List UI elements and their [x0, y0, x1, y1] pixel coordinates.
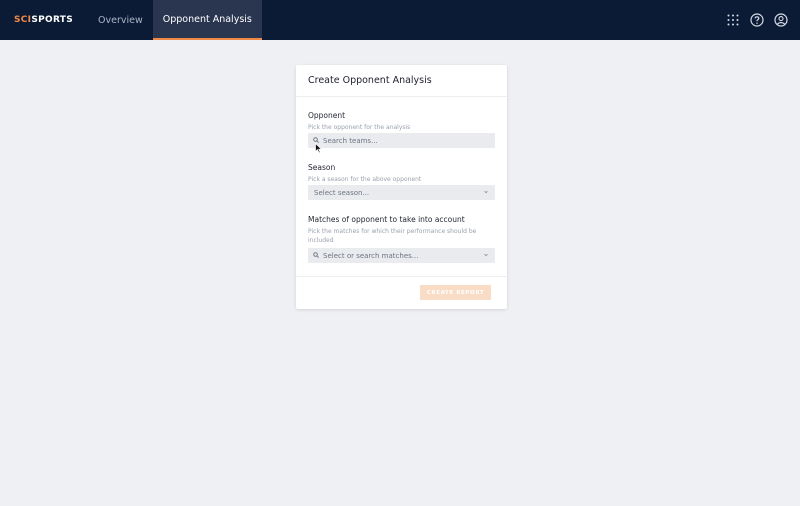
create-opponent-analysis-card: Create Opponent Analysis Opponent Pick t…: [296, 65, 507, 309]
search-icon: [313, 251, 319, 260]
scisports-logo[interactable]: SCI SPORTS: [0, 0, 88, 40]
mouse-cursor-icon: [315, 139, 323, 158]
opponent-placeholder: Search teams...: [323, 136, 378, 145]
matches-select[interactable]: Select or search matches...: [308, 248, 495, 263]
chevron-down-icon: [483, 252, 489, 260]
matches-label: Matches of opponent to take into account: [308, 215, 465, 224]
card-title: Create Opponent Analysis: [296, 65, 507, 97]
logo-part-sci: SCI: [14, 15, 32, 25]
tab-opponent-analysis[interactable]: Opponent Analysis: [152, 0, 262, 40]
apps-grid-icon[interactable]: [726, 13, 740, 27]
season-field: Season Pick a season for the above oppon…: [308, 163, 495, 200]
top-navigation-bar: SCI SPORTS Overview Opponent Analysis: [0, 0, 800, 40]
matches-placeholder: Select or search matches...: [323, 251, 419, 260]
card-footer-divider: [296, 276, 507, 277]
season-placeholder: Select season...: [314, 188, 370, 197]
chevron-down-icon: [483, 189, 489, 197]
season-label: Season: [308, 163, 336, 172]
matches-help: Pick the matches for which their perform…: [308, 227, 495, 245]
season-select[interactable]: Select season...: [308, 185, 495, 200]
create-report-button[interactable]: CREATE REPORT: [420, 285, 491, 300]
tab-overview[interactable]: Overview: [88, 0, 153, 40]
help-icon[interactable]: [750, 13, 764, 27]
opponent-label: Opponent: [308, 111, 346, 120]
opponent-help: Pick the opponent for the analysis: [308, 124, 411, 131]
account-icon[interactable]: [774, 13, 788, 27]
logo-part-sports: SPORTS: [31, 15, 74, 25]
tab-opponent-analysis-label: Opponent Analysis: [162, 13, 252, 25]
matches-field: Matches of opponent to take into account…: [308, 215, 495, 263]
tab-overview-label: Overview: [98, 14, 143, 26]
opponent-search-input[interactable]: Search teams...: [308, 133, 495, 148]
season-help: Pick a season for the above opponent: [308, 176, 422, 183]
matches-help-line2: included: [308, 237, 334, 244]
opponent-field: Opponent Pick the opponent for the analy…: [308, 111, 495, 148]
matches-help-line1: Pick the matches for which their perform…: [308, 228, 477, 235]
topbar-actions: [726, 0, 788, 40]
